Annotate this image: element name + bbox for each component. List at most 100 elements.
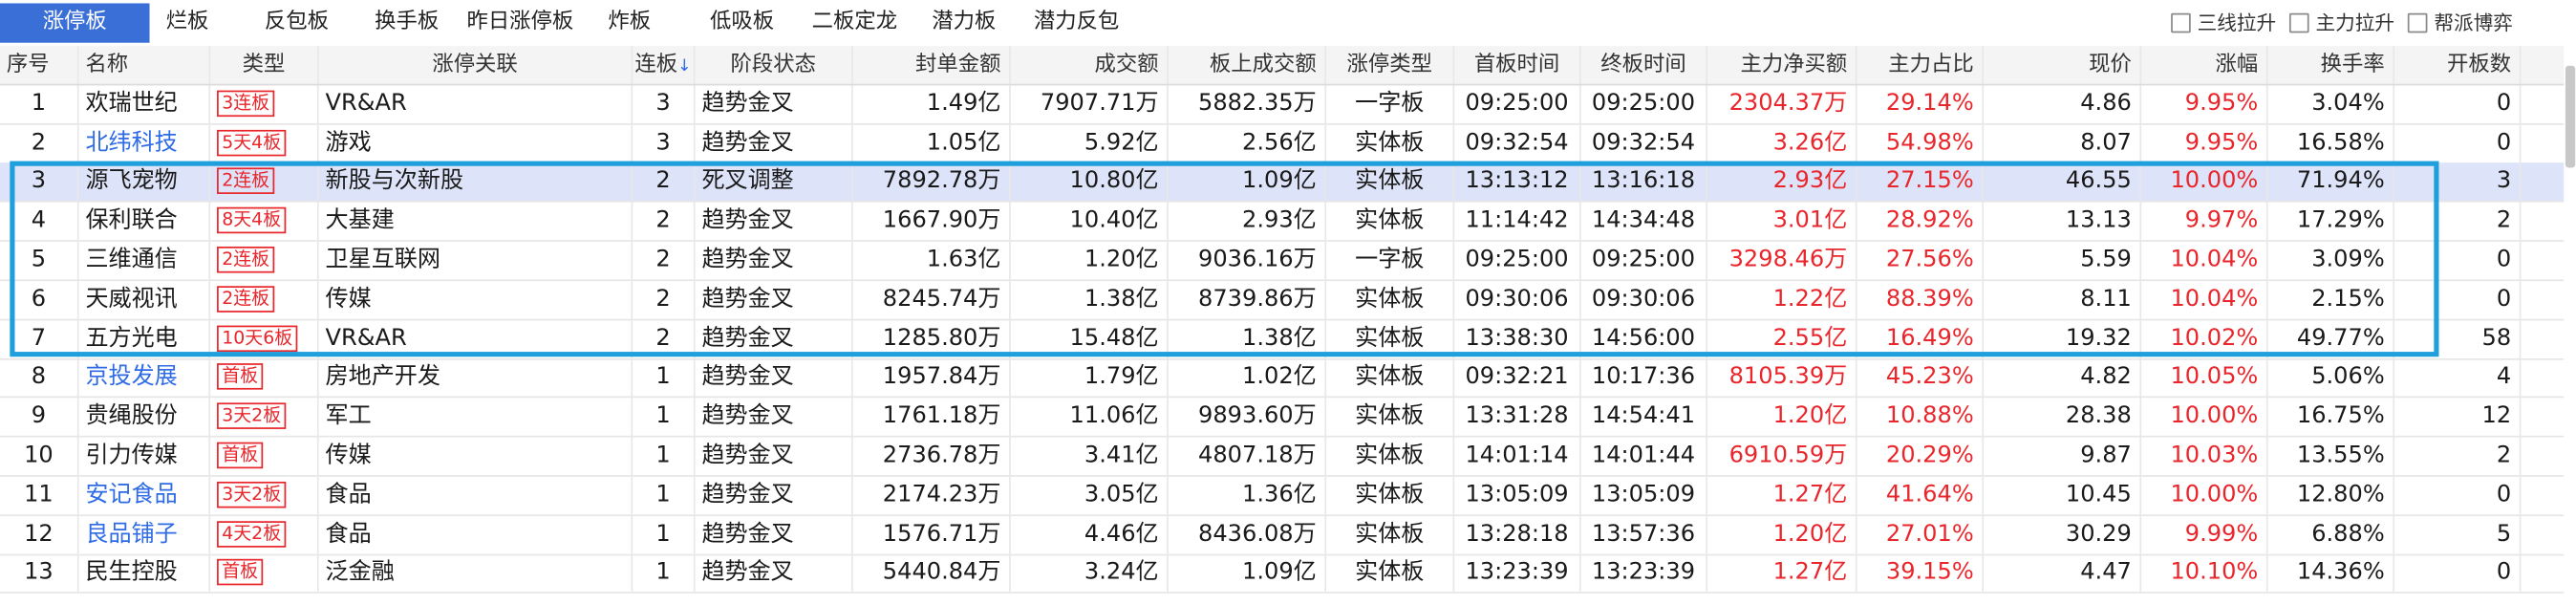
tab-turnover-board[interactable]: 换手板 (361, 3, 452, 42)
table-row[interactable]: 8 京投发展 首板 房地产开发 1 趋势金叉 1957.84万 1.79亿 1.02亿 实体板 09… (0, 358, 2565, 399)
cell-index: 8 (0, 358, 79, 398)
tab-second-board-leader[interactable]: 二板定龙 (802, 3, 907, 42)
cell-on-board-turnover: 1.09亿 (1169, 554, 1327, 593)
option-main-force-rise[interactable]: 主力拉升 (2288, 9, 2394, 38)
column-header-label: 成交额 (1094, 53, 1159, 77)
cell-index: 7 (0, 319, 79, 358)
checkbox-icon[interactable] (2407, 12, 2428, 33)
cell-name[interactable]: 民生控股 (79, 554, 211, 593)
tab-broken-board[interactable]: 烂板 (150, 3, 225, 42)
column-header-stage-status[interactable]: 阶段状态 (696, 46, 853, 84)
tab-potential-board[interactable]: 潜力板 (918, 3, 1009, 42)
column-header-name[interactable]: 名称 (79, 46, 211, 84)
cell-type: 3连板 (210, 85, 319, 123)
vertical-scrollbar[interactable] (2565, 65, 2576, 168)
cell-open-count: 2 (2394, 437, 2522, 476)
table-row[interactable]: 5 三维通信 2连板 卫星互联网 2 趋势金叉 1.63亿 1.20亿 9036.16万 一字板 0… (0, 241, 2565, 282)
cell-name[interactable]: 良品铺子 (79, 515, 211, 553)
cell-name[interactable]: 五方光电 (79, 319, 211, 358)
cell-name[interactable]: 三维通信 (79, 241, 211, 280)
checkbox-icon[interactable] (2288, 12, 2309, 33)
cell-related-concept: 游戏 (319, 124, 633, 162)
column-header-related-concept[interactable]: 涨停关联 (319, 46, 633, 84)
cell-name[interactable]: 贵绳股份 (79, 398, 211, 437)
cell-name[interactable]: 源飞宠物 (79, 162, 211, 202)
streak-badge: 4天2板 (217, 520, 287, 548)
cell-consecutive-boards: 2 (633, 280, 696, 319)
cell-stage-status: 趋势金叉 (696, 85, 853, 123)
cell-turnover-rate: 2.15% (2268, 280, 2395, 319)
cell-turnover-rate: 5.06% (2268, 358, 2395, 398)
cell-current-price: 13.13 (1984, 202, 2142, 241)
tab-limit-up[interactable]: 涨停板 (0, 3, 150, 43)
column-header-open-count[interactable]: 开板数 (2394, 46, 2522, 84)
tab-blown-board[interactable]: 炸板 (595, 3, 664, 42)
column-header-turnover-amount[interactable]: 成交额 (1011, 46, 1169, 84)
table-row[interactable]: 11 安记食品 3天2板 食品 1 趋势金叉 2174.23万 3.05亿 1.36亿 实体板 13… (0, 476, 2565, 516)
cell-change-pct: 9.95% (2141, 124, 2268, 162)
cell-name[interactable]: 北纬科技 (79, 124, 211, 162)
table-row[interactable]: 2 北纬科技 5天4板 游戏 3 趋势金叉 1.05亿 5.92亿 2.56亿 实体板 09:32:… (0, 124, 2565, 164)
table-row[interactable]: 13 民生控股 首板 泛金融 1 趋势金叉 5440.84万 3.24亿 1.09亿 实体板 13:… (0, 554, 2565, 594)
cell-name[interactable]: 京投发展 (79, 358, 211, 398)
table-row[interactable]: 12 良品铺子 4天2板 食品 1 趋势金叉 1576.71万 4.46亿 8436.08万 实体… (0, 515, 2565, 555)
cell-current-price: 4.47 (1984, 554, 2142, 593)
cell-name[interactable]: 保利联合 (79, 202, 211, 241)
cell-main-force-net-buy: 3298.46万 (1707, 241, 1857, 280)
cell-name[interactable]: 天威视讯 (79, 280, 211, 319)
column-header-label: 主力净买额 (1740, 53, 1848, 77)
table-row[interactable]: 7 五方光电 10天6板 VR&AR 2 趋势金叉 1285.80万 15.48亿 1.38亿实… (0, 319, 2565, 359)
table-row[interactable]: 3 源飞宠物 2连板 新股与次新股 2 死叉调整 7892.78万 10.80亿 1.09亿 实体… (0, 162, 2565, 204)
column-header-turnover-rate[interactable]: 换手率 (2268, 46, 2395, 84)
column-header-limit-up-type[interactable]: 涨停类型 (1326, 46, 1455, 84)
column-header-on-board-turnover[interactable]: 板上成交额 (1169, 46, 1327, 84)
column-header-change-pct[interactable]: 涨幅 (2141, 46, 2268, 84)
cell-current-price: 4.86 (1984, 85, 2142, 123)
cell-main-force-net-buy: 2304.37万 (1707, 85, 1857, 123)
column-header-label: 名称 (85, 53, 129, 77)
column-header-index[interactable]: 序号 (0, 46, 79, 84)
tab-potential-reversal[interactable]: 潜力反包 (1024, 3, 1129, 42)
cell-consecutive-boards: 1 (633, 358, 696, 398)
cell-limit-up-type: 实体板 (1326, 319, 1455, 358)
column-header-seal-amount[interactable]: 封单金额 (853, 46, 1011, 84)
cell-limit-up-type: 实体板 (1326, 554, 1455, 593)
cell-name[interactable]: 引力传媒 (79, 437, 211, 476)
cell-main-force-ratio: 10.88% (1857, 398, 1985, 437)
table-row[interactable]: 9 贵绳股份 3天2板 军工 1 趋势金叉 1761.18万 11.06亿 9893.60万 实体… (0, 398, 2565, 438)
cell-limit-up-type: 实体板 (1326, 398, 1455, 437)
column-header-main-force-net-buy[interactable]: 主力净买额 (1707, 46, 1857, 84)
cell-current-price: 5.59 (1984, 241, 2142, 280)
table-row[interactable]: 10 引力传媒 首板 传媒 1 趋势金叉 2736.78万 3.41亿 4807.18万 实体板 1… (0, 437, 2565, 477)
column-header-type[interactable]: 类型 (210, 46, 319, 84)
column-header-final-board-time[interactable]: 终板时间 (1581, 46, 1708, 84)
table-row[interactable]: 4 保利联合 8天4板 大基建 2 趋势金叉 1667.90万 10.40亿 2.93亿 实体板 1… (0, 202, 2565, 243)
cell-name[interactable]: 欢瑞世纪 (79, 85, 211, 123)
option-faction-game[interactable]: 帮派博弈 (2407, 9, 2513, 38)
tab-low-buy-board[interactable]: 低吸板 (697, 3, 787, 42)
tab-reversal-board[interactable]: 反包板 (251, 3, 342, 42)
option-three-line-rise[interactable]: 三线拉升 (2171, 9, 2276, 38)
column-header-label: 连板 (634, 53, 678, 77)
column-header-consecutive-boards[interactable]: 连板↓ (633, 46, 696, 84)
cell-name[interactable]: 安记食品 (79, 476, 211, 515)
column-header-main-force-ratio[interactable]: 主力占比 (1857, 46, 1985, 84)
cell-change-pct: 10.04% (2141, 280, 2268, 319)
column-header-current-price[interactable]: 现价 (1984, 46, 2142, 84)
tab-yesterday-limit-up[interactable]: 昨日涨停板 (461, 3, 581, 42)
cell-open-count: 0 (2394, 241, 2522, 280)
cell-first-board-time: 13:38:30 (1454, 319, 1581, 358)
column-header-first-board-time[interactable]: 首板时间 (1454, 46, 1581, 84)
cell-seal-amount: 2736.78万 (853, 437, 1011, 476)
checkbox-icon[interactable] (2171, 12, 2191, 33)
cell-open-count: 0 (2394, 280, 2522, 319)
cell-change-pct: 9.95% (2141, 85, 2268, 123)
cell-index: 11 (0, 476, 79, 515)
cell-turnover-amount: 11.06亿 (1011, 398, 1169, 437)
cell-type: 2连板 (210, 280, 319, 319)
cell-consecutive-boards: 2 (633, 202, 696, 241)
table-row[interactable]: 6 天威视讯 2连板 传媒 2 趋势金叉 8245.74万 1.38亿 8739.86万 实体板 0… (0, 280, 2565, 321)
cell-main-force-net-buy: 8105.39万 (1707, 358, 1857, 398)
table-row[interactable]: 1 欢瑞世纪 3连板 VR&AR 3 趋势金叉 1.49亿 7907.71万 5882.35万一… (0, 85, 2565, 125)
cell-final-board-time: 13:23:39 (1581, 554, 1708, 593)
